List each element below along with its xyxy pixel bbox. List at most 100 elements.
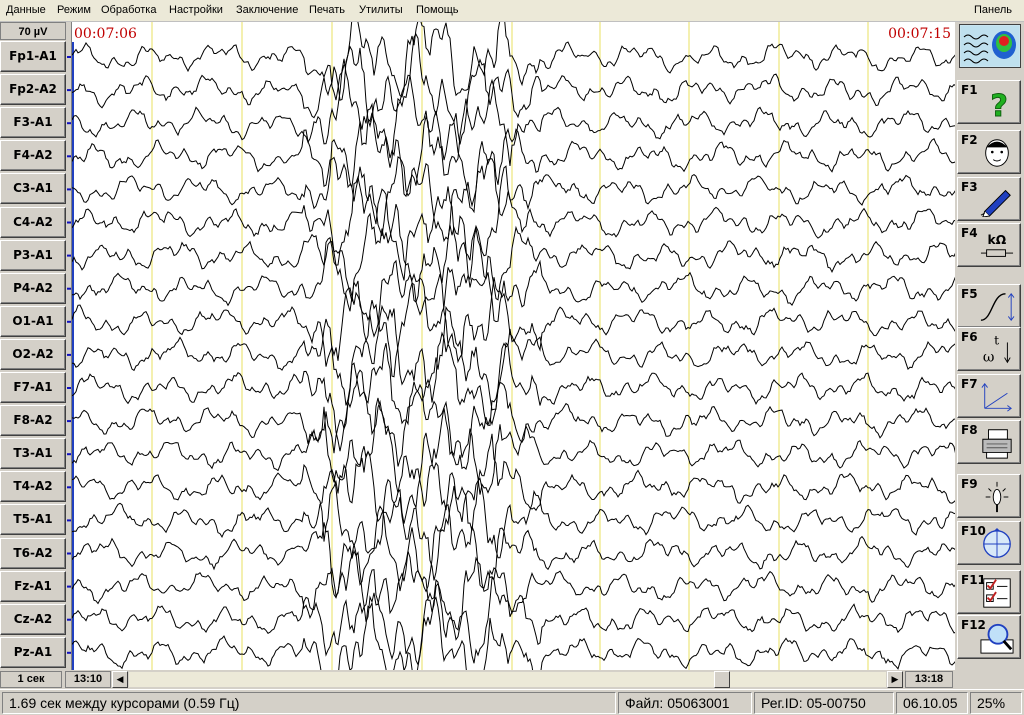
menu-settings[interactable]: Настройки <box>169 4 223 16</box>
eeg-trace-f3-a1 <box>72 58 955 176</box>
channel-label-f7-a1[interactable]: F7-A1 <box>0 372 66 403</box>
channel-label-f3-a1[interactable]: F3-A1 <box>0 107 66 139</box>
eeg-trace-t5-a1 <box>72 468 955 581</box>
function-key-f12[interactable]: F12 <box>957 615 1021 659</box>
function-key-label: F1 <box>961 83 978 97</box>
function-key-f5[interactable]: F5 <box>957 284 1021 328</box>
function-key-f1[interactable]: F1? <box>957 80 1021 124</box>
function-key-label: F9 <box>961 477 978 491</box>
eeg-trace-p4-a2 <box>72 228 955 338</box>
function-key-label: F5 <box>961 287 978 301</box>
axes-icon <box>981 382 1012 412</box>
function-key-f9[interactable]: F9 <box>957 474 1021 518</box>
function-panel: F1? F2 F3 F4 kΩ F5 F6 t ω F7 F8 F9 F10 F11 F12 <box>955 22 1024 670</box>
channel-label-t5-a1[interactable]: T5-A1 <box>0 504 66 536</box>
function-key-f3[interactable]: F3 <box>957 177 1021 221</box>
registration-id-status: Рег.ID: 05-00750 <box>754 692 894 714</box>
channel-label-fz-a1[interactable]: Fz-A1 <box>0 570 66 602</box>
eeg-trace-c4-a2 <box>72 165 955 281</box>
end-time: 00:07:15 <box>888 26 951 42</box>
menu-bar: Данные Режим Обработка Настройки Заключе… <box>0 0 1024 22</box>
pen-icon <box>980 189 1011 217</box>
function-key-label: F8 <box>961 423 978 437</box>
time-scrollbar-thumb[interactable] <box>714 671 731 688</box>
scroll-right-arrow[interactable]: ▶ <box>887 671 903 688</box>
eeg-map-view-button[interactable] <box>959 24 1021 68</box>
channel-label-t6-a2[interactable]: T6-A2 <box>0 537 66 569</box>
channel-label-p4-a2[interactable]: P4-A2 <box>0 272 66 304</box>
brain-map-icon <box>961 26 1019 66</box>
channel-label-f8-a2[interactable]: F8-A2 <box>0 405 66 437</box>
function-key-f8[interactable]: F8 <box>957 420 1021 464</box>
channel-label-p3-a1[interactable]: P3-A1 <box>0 239 66 271</box>
eeg-trace-f4-a2 <box>72 102 955 214</box>
menu-panel[interactable]: Панель <box>974 4 1012 16</box>
eeg-trace-t3-a1 <box>72 397 955 507</box>
function-key-f2[interactable]: F2 <box>957 130 1021 174</box>
menu-help[interactable]: Помощь <box>416 4 459 16</box>
function-key-label: F3 <box>961 180 978 194</box>
function-key-f4[interactable]: F4 kΩ <box>957 223 1021 267</box>
menu-data[interactable]: Данные <box>6 4 46 16</box>
time-frequency-icon: tω <box>983 333 1011 365</box>
start-time: 00:07:06 <box>74 26 137 42</box>
help-icon: ? <box>990 89 1008 120</box>
menu-processing[interactable]: Обработка <box>101 4 156 16</box>
function-key-label: F2 <box>961 133 978 147</box>
checklist-icon <box>983 578 1011 608</box>
file-status: Файл: 05063001 <box>618 692 752 714</box>
date-status: 06.10.05 <box>896 692 968 714</box>
svg-text:ω: ω <box>983 349 995 365</box>
impedance-icon: kΩ <box>980 233 1014 257</box>
channel-list: 70 µV Fp1-A1 Fp2-A2 F3-A1 F4-A2 C3-A1 C4-A2 P3… <box>0 22 70 670</box>
function-key-f11[interactable]: F11 <box>957 570 1021 614</box>
svg-text:t: t <box>994 333 999 347</box>
calibration-curve-icon <box>980 292 1015 322</box>
eeg-trace-o2-a2 <box>72 304 955 411</box>
channel-label-t4-a2[interactable]: T4-A2 <box>0 471 66 503</box>
time-scrollbar-track[interactable] <box>129 672 886 687</box>
function-key-f10[interactable]: F10 <box>957 521 1021 565</box>
menu-mode[interactable]: Режим <box>57 4 91 16</box>
menu-utilities[interactable]: Утилиты <box>359 4 403 16</box>
time-scroll-row: 1 сек 13:10 ◀ ▶ 13:18 <box>0 670 1024 689</box>
magnifier-icon <box>980 623 1014 654</box>
channel-label-o2-a2[interactable]: O2-A2 <box>0 338 66 370</box>
function-key-label: F7 <box>961 377 978 391</box>
printer-icon <box>982 429 1012 459</box>
amplitude-scale-button[interactable]: 70 µV <box>0 22 66 40</box>
status-bar: 1.69 сек между курсорами (0.59 Гц) Файл:… <box>0 689 1024 715</box>
eeg-trace-area[interactable]: 00:07:06 00:07:15 <box>71 22 955 670</box>
zoom-status: 25% <box>970 692 1022 714</box>
function-key-label: F4 <box>961 226 978 240</box>
scroll-left-arrow[interactable]: ◀ <box>112 671 128 688</box>
channel-label-t3-a1[interactable]: T3-A1 <box>0 438 66 470</box>
channel-label-c3-a1[interactable]: C3-A1 <box>0 173 66 205</box>
eeg-trace-f7-a1 <box>72 331 955 452</box>
channel-label-cz-a2[interactable]: Cz-A2 <box>0 603 66 635</box>
menu-print[interactable]: Печать <box>309 4 345 16</box>
time-scale-button[interactable]: 1 сек <box>0 671 62 688</box>
channel-label-pz-a1[interactable]: Pz-A1 <box>0 636 66 668</box>
patient-face-icon <box>985 139 1009 167</box>
cursor-interval-status: 1.69 сек между курсорами (0.59 Гц) <box>2 692 616 714</box>
eeg-trace-fp1-a1 <box>72 22 955 101</box>
left-time-label: 13:10 <box>65 671 111 688</box>
eeg-trace-t4-a2 <box>72 432 955 542</box>
function-key-f6[interactable]: F6 t ω <box>957 327 1021 371</box>
eeg-traces <box>72 22 955 670</box>
svg-text:kΩ: kΩ <box>988 233 1007 247</box>
channel-label-o1-a1[interactable]: O1-A1 <box>0 305 66 337</box>
svg-text:?: ? <box>990 89 1008 120</box>
channel-label-fp1-a1[interactable]: Fp1-A1 <box>0 41 66 72</box>
eeg-trace-f8-a2 <box>72 362 955 470</box>
channel-label-f4-a2[interactable]: F4-A2 <box>0 140 66 172</box>
head-map-icon <box>983 527 1011 558</box>
channel-label-c4-a2[interactable]: C4-A2 <box>0 206 66 238</box>
right-time-label: 13:18 <box>905 671 953 688</box>
function-key-f7[interactable]: F7 <box>957 374 1021 418</box>
function-key-label: F6 <box>961 330 978 344</box>
light-stimulus-icon <box>985 481 1009 513</box>
channel-label-fp2-a2[interactable]: Fp2-A2 <box>0 74 66 106</box>
menu-conclusion[interactable]: Заключение <box>236 4 298 16</box>
